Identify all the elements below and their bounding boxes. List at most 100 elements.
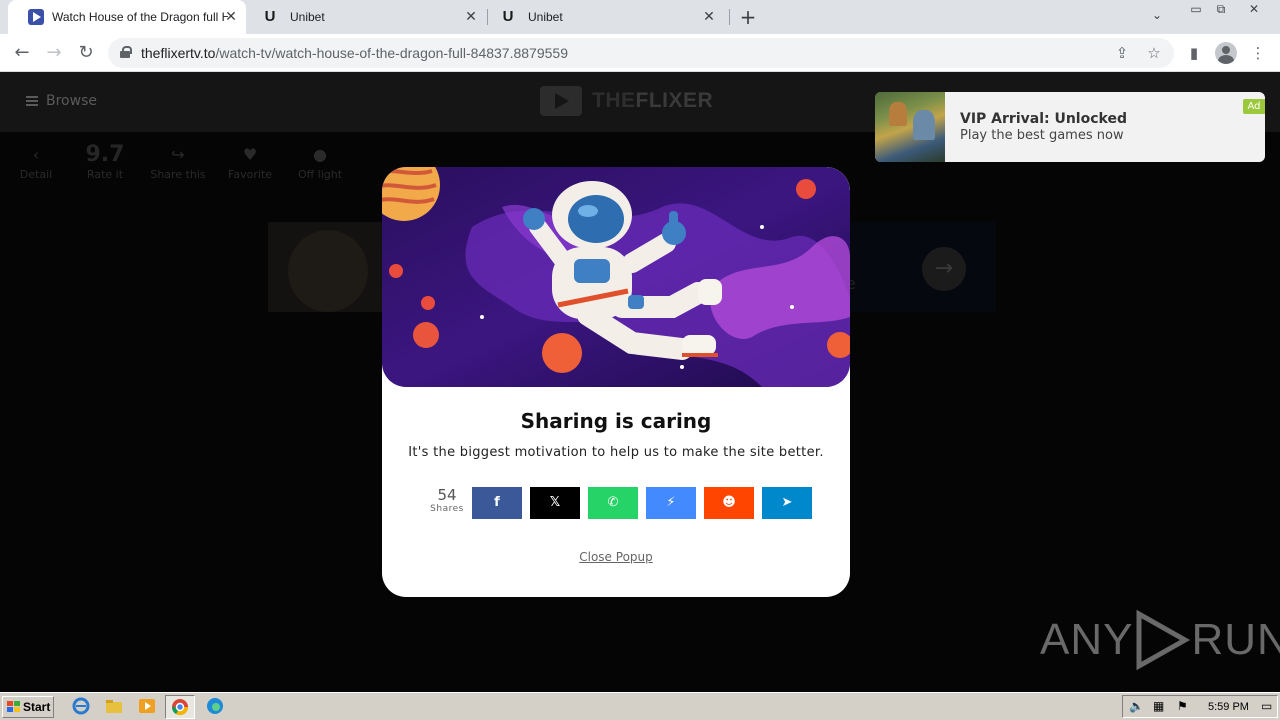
- rate-button[interactable]: 9.7 Rate it: [82, 142, 128, 181]
- detail-button[interactable]: ‹ Detail: [18, 142, 54, 181]
- action-label: Share this: [150, 168, 206, 181]
- browser-toolbar: ← → ↻ theflixertv.to/watch-tv/watch-hous…: [0, 34, 1280, 72]
- ad-subtitle: Play the best games now: [960, 128, 1124, 143]
- share-count: 54 Shares: [428, 486, 466, 515]
- share-this-button[interactable]: ↪ Share this: [150, 142, 206, 181]
- volume-icon[interactable]: 🔈: [1129, 699, 1144, 713]
- off-light-button[interactable]: ● Off light: [296, 142, 344, 181]
- window-close-icon[interactable]: ✕: [1243, 2, 1265, 18]
- whatsapp-icon: ✆: [607, 495, 619, 510]
- ad-notification[interactable]: VIP Arrival: Unlocked Play the best game…: [875, 92, 1265, 162]
- tab-separator: [729, 9, 730, 25]
- new-tab-plus-icon[interactable]: +: [737, 6, 759, 28]
- unibet-favicon-icon: U: [502, 8, 514, 25]
- tab-title: Unibet: [290, 10, 325, 24]
- telegram-share-button[interactable]: ➤: [762, 487, 812, 519]
- internet-explorer-icon[interactable]: [72, 697, 90, 715]
- heart-icon: ♥: [242, 145, 258, 164]
- browse-menu-button[interactable]: Browse: [26, 93, 97, 109]
- action-label: Favorite: [228, 168, 272, 181]
- share-popup: Sharing is caring It's the biggest motiv…: [382, 167, 850, 597]
- windows-taskbar: Start 🔈 ▦ ⚑ ▭ 5:59 PM: [0, 692, 1280, 720]
- watermark-right: RUN: [1191, 615, 1280, 664]
- logo-text: THEFLIXER: [592, 89, 713, 113]
- address-bar[interactable]: theflixertv.to/watch-tv/watch-house-of-t…: [108, 38, 1174, 68]
- reddit-icon: ☻: [722, 495, 736, 510]
- share-page-icon[interactable]: ⇪: [1112, 43, 1132, 63]
- logo-the: THE: [592, 89, 636, 112]
- forward-arrow-icon[interactable]: →: [42, 41, 66, 65]
- messenger-share-button[interactable]: ⚡: [646, 487, 696, 519]
- side-panel-icon[interactable]: ▮: [1184, 43, 1204, 63]
- rating-value: 9.7: [85, 142, 125, 167]
- tab-title: Watch House of the Dragon full HD F: [52, 10, 228, 24]
- play-favicon-icon: [28, 9, 44, 25]
- logo-flixer: FLIXER: [635, 89, 714, 112]
- reddit-share-button[interactable]: ☻: [704, 487, 754, 519]
- share-count-label: Shares: [430, 504, 464, 514]
- close-icon[interactable]: ✕: [464, 10, 478, 24]
- ad-badge[interactable]: Ad: [1243, 99, 1265, 114]
- thumbnail-art: [288, 230, 368, 312]
- episode-thumbnail[interactable]: [268, 222, 382, 312]
- bookmark-star-icon[interactable]: ☆: [1144, 43, 1164, 63]
- logo-play-icon: [540, 86, 582, 116]
- next-arrow-icon[interactable]: →: [922, 247, 966, 291]
- tab-unibet-1[interactable]: U Unibet ✕: [252, 0, 486, 34]
- url-host: theflixertv.to: [141, 45, 216, 61]
- astronaut-illustration: [382, 167, 850, 387]
- watermark-play-icon: [1136, 610, 1191, 670]
- share-icon: ↪: [171, 145, 185, 164]
- x-share-button[interactable]: 𝕏: [530, 487, 580, 519]
- popup-title: Sharing is caring: [520, 409, 712, 433]
- chrome-icon: [171, 699, 189, 716]
- close-icon[interactable]: ✕: [224, 10, 238, 24]
- action-center-flag-icon[interactable]: ⚑: [1177, 699, 1188, 713]
- minimize-icon[interactable]: ▭: [1185, 2, 1207, 18]
- tab-search-chevron-icon[interactable]: ⌄: [1152, 8, 1162, 22]
- network-icon[interactable]: ▦: [1153, 699, 1164, 713]
- file-explorer-icon[interactable]: [105, 697, 123, 715]
- url-path: /watch-tv/watch-house-of-the-dragon-full…: [215, 45, 568, 61]
- chevron-left-icon: ‹: [32, 145, 40, 164]
- web-page: Browse THEFLIXER ‹ Detail 9.7 Rate it ↪ …: [0, 72, 1280, 692]
- show-desktop-icon[interactable]: ▭: [1261, 699, 1272, 713]
- whatsapp-share-button[interactable]: ✆: [588, 487, 638, 519]
- facebook-share-button[interactable]: f: [472, 487, 522, 519]
- popup-description: It's the biggest motivation to help us t…: [408, 445, 824, 460]
- share-count-number: 54: [437, 486, 457, 504]
- browse-label: Browse: [46, 93, 97, 109]
- tab-unibet-2[interactable]: U Unibet ✕: [490, 0, 724, 34]
- close-popup-link[interactable]: Close Popup: [382, 550, 850, 564]
- tab-house-of-the-dragon[interactable]: Watch House of the Dragon full HD F ✕: [8, 0, 246, 34]
- taskbar-clock[interactable]: 5:59 PM: [1208, 701, 1249, 713]
- start-button[interactable]: Start: [2, 696, 54, 718]
- windows-flag-icon: [7, 701, 20, 713]
- x-icon: 𝕏: [549, 495, 561, 510]
- watermark-left: ANY: [1040, 615, 1134, 664]
- restore-icon[interactable]: ⧉: [1210, 2, 1232, 18]
- facebook-icon: f: [494, 495, 500, 510]
- close-icon[interactable]: ✕: [702, 10, 716, 24]
- reload-icon[interactable]: ↻: [74, 41, 98, 65]
- telegram-icon: ➤: [781, 495, 793, 510]
- action-label: Rate it: [86, 168, 124, 181]
- site-logo[interactable]: THEFLIXER: [540, 86, 713, 116]
- tab-title: Unibet: [528, 10, 563, 24]
- ad-title: VIP Arrival: Unlocked: [960, 111, 1127, 127]
- url-text[interactable]: theflixertv.to/watch-tv/watch-house-of-t…: [141, 45, 568, 61]
- tab-separator: [487, 9, 488, 25]
- action-label: Detail: [19, 168, 53, 181]
- menu-kebab-icon[interactable]: ⋮: [1248, 43, 1268, 63]
- taskbar-chrome-button[interactable]: [165, 695, 195, 719]
- favorite-button[interactable]: ♥ Favorite: [226, 142, 274, 181]
- lock-icon[interactable]: [120, 46, 132, 58]
- back-arrow-icon[interactable]: ←: [10, 41, 34, 65]
- system-tray: 🔈 ▦ ⚑ ▭: [1122, 695, 1278, 718]
- messenger-icon: ⚡: [666, 495, 676, 510]
- profile-avatar-icon[interactable]: [1215, 42, 1237, 64]
- media-player-icon[interactable]: [138, 697, 156, 715]
- edge-icon[interactable]: [206, 697, 224, 715]
- start-label: Start: [23, 700, 51, 714]
- ad-game-thumbnail: [875, 92, 945, 162]
